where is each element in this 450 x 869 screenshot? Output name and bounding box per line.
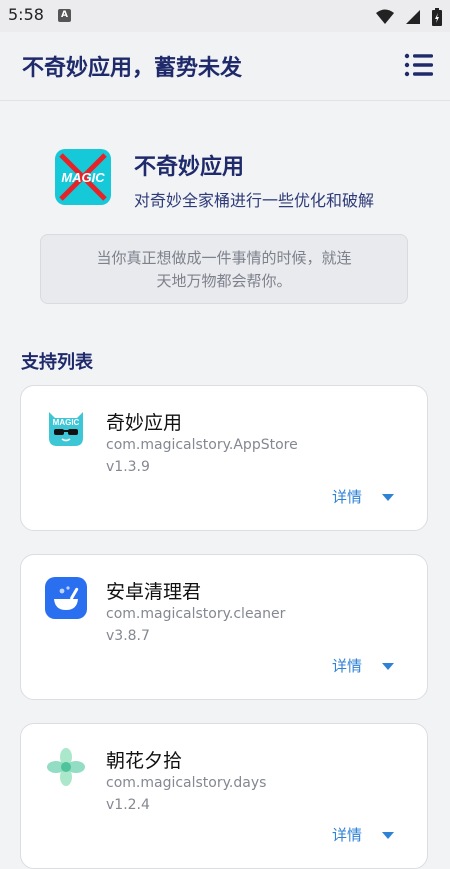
logo-text: MAGIC [61,170,105,185]
app-card-magic-store: MAGIC 奇妙应用 com.magicalstory.AppStore v1.… [20,385,428,531]
app-version: v1.3.9 [106,459,150,475]
hero-subtitle: 对奇妙全家桶进行一些优化和破解 [134,191,375,210]
detail-button[interactable]: 详情 [332,486,395,507]
app-version: v1.2.4 [106,797,150,813]
detail-label: 详情 [332,826,363,844]
flower-icon [45,746,87,788]
detail-button[interactable]: 详情 [332,655,395,676]
app-title: 不奇妙应用，蓄势未发 [22,56,243,81]
chevron-down-icon [382,494,395,501]
notification-badge: A [58,9,71,22]
app-version: v3.8.7 [106,628,150,644]
section-title: 支持列表 [21,352,93,373]
menu-icon [404,53,433,77]
cleaner-icon [45,577,87,619]
battery-icon [432,7,442,26]
hero-title: 不奇妙应用 [134,155,245,180]
chevron-down-icon [382,832,395,839]
app-package: com.magicalstory.cleaner [106,606,286,622]
app-card-days: 朝花夕拾 com.magicalstory.days v1.2.4 详情 [20,723,428,869]
status-time: 5:58 [8,5,44,24]
app-name: 安卓清理君 [106,581,202,603]
magic-appstore-icon: MAGIC [45,408,87,450]
detail-button[interactable]: 详情 [332,824,395,845]
status-icons [370,6,442,26]
status-bar: 5:58 A [0,0,450,32]
quote-line-2: 天地万物都会帮你。 [156,272,292,290]
quote-line-1: 当你真正想做成一件事情的时候，就连 [96,249,352,267]
app-bar: 不奇妙应用，蓄势未发 [0,32,450,101]
wifi-icon [375,9,394,24]
app-package: com.magicalstory.AppStore [106,437,298,453]
detail-label: 详情 [332,488,363,506]
app-card-cleaner: 安卓清理君 com.magicalstory.cleaner v3.8.7 详情 [20,554,428,700]
app-name: 奇妙应用 [106,412,183,434]
magic-icon-text: MAGIC [53,418,80,427]
menu-button[interactable] [404,52,434,78]
signal-icon [405,9,420,24]
app-logo: MAGIC [55,149,111,205]
chevron-down-icon [382,663,395,670]
app-name: 朝花夕拾 [106,750,183,772]
detail-label: 详情 [332,657,363,675]
quote-box: 当你真正想做成一件事情的时候，就连 天地万物都会帮你。 [40,234,408,304]
app-package: com.magicalstory.days [106,775,267,791]
